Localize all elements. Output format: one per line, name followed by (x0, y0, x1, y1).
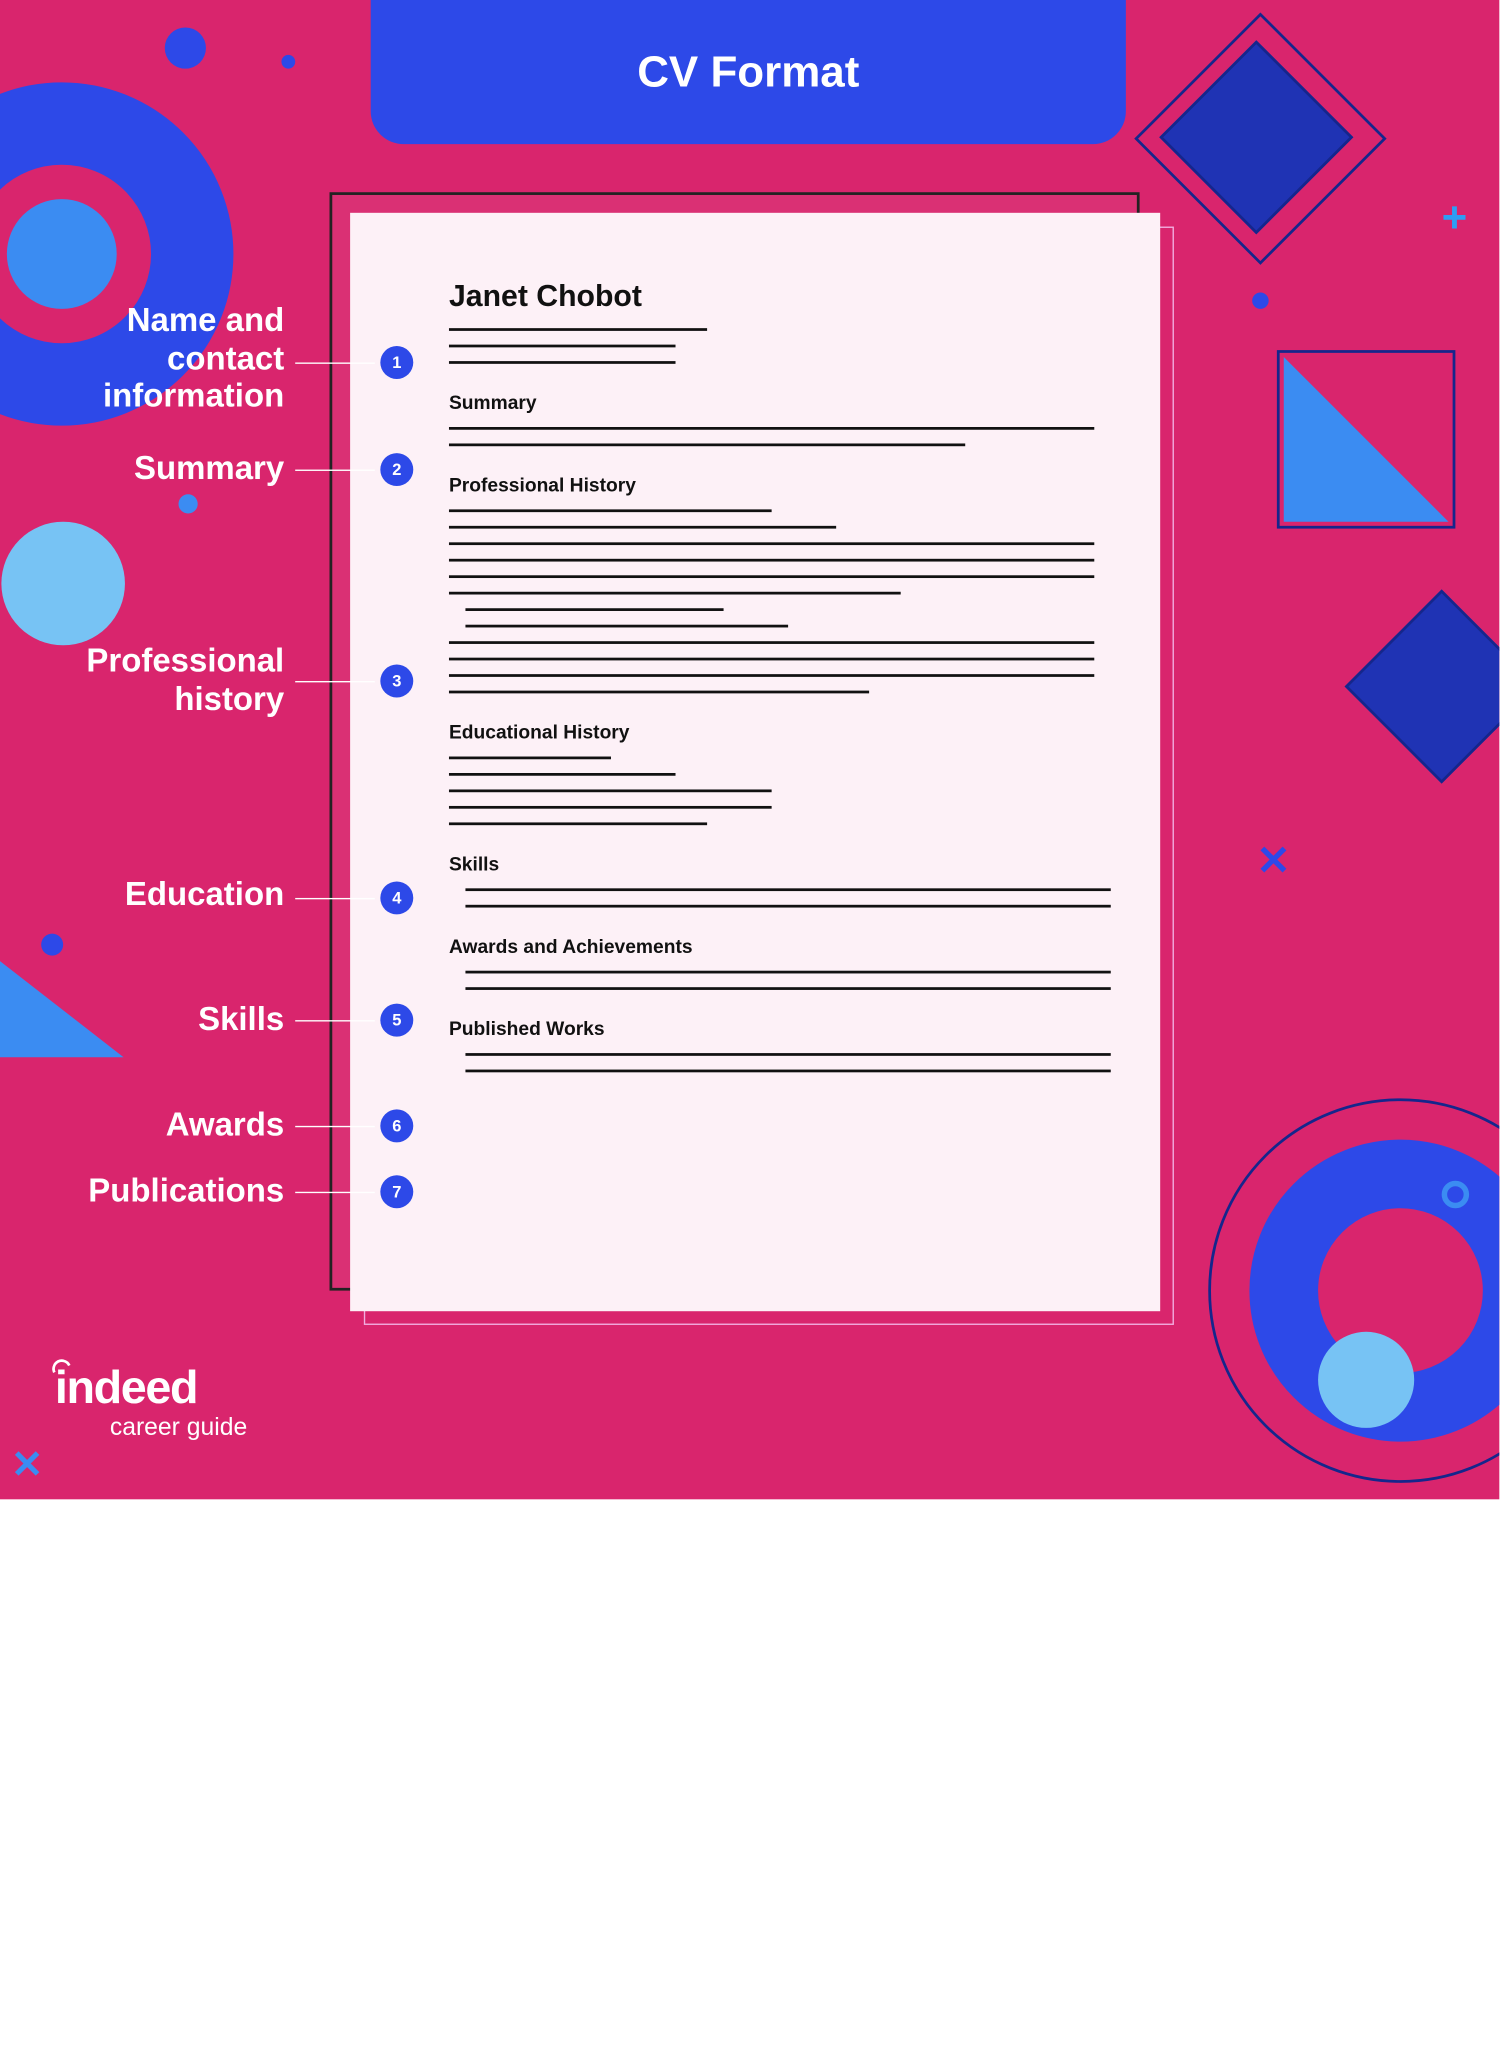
deco-ring-small-icon (1442, 1181, 1469, 1208)
cv-awards-lines (449, 971, 1094, 990)
cv-section-education: Educational History (449, 721, 1094, 743)
deco-x-icon: ✕ (1256, 838, 1291, 886)
cv-name: Janet Chobot (449, 279, 1094, 315)
callout-label-summary: Summary (134, 450, 284, 488)
cv-summary-lines (449, 427, 1094, 446)
cv-section-professional: Professional History (449, 474, 1094, 496)
callout-line-icon (295, 1126, 375, 1127)
callout-line-icon (295, 362, 375, 363)
callout-badge-3: 3 (380, 665, 413, 698)
cv-published-lines (449, 1053, 1094, 1072)
callout-label-publications: Publications (88, 1173, 284, 1211)
callout-badge-5: 5 (380, 1004, 413, 1037)
callout-line-icon (295, 1020, 375, 1021)
callout-badge-7: 7 (380, 1175, 413, 1208)
deco-x-icon: ✕ (11, 1442, 43, 1487)
callout-line-icon (295, 681, 375, 682)
deco-circle-icon (7, 199, 117, 309)
callout-badge-6: 6 (380, 1109, 413, 1142)
callout-line-icon (295, 898, 375, 899)
callout-label-education: Education (125, 876, 284, 914)
infographic-canvas: + ✕ ✕ CV Format Janet Chobot Summary Pro… (0, 0, 1499, 1499)
page-title: CV Format (637, 47, 859, 98)
deco-circle-icon (1, 522, 125, 646)
deco-diamond-icon (1345, 589, 1500, 783)
callout-badge-1: 1 (380, 346, 413, 379)
deco-circle-icon (1318, 1332, 1414, 1428)
deco-triangle-icon (0, 961, 124, 1057)
callout-line-icon (295, 1192, 375, 1193)
callout-label-contact: Name and contact information (103, 302, 284, 416)
deco-circle-icon (165, 27, 206, 68)
cv-section-published: Published Works (449, 1017, 1094, 1039)
deco-diamond-icon (1159, 40, 1353, 234)
indeed-logo: indeed career guide (55, 1362, 247, 1442)
callout-badge-2: 2 (380, 453, 413, 486)
callout-badge-4: 4 (380, 881, 413, 914)
cv-section-skills: Skills (449, 853, 1094, 875)
cv-education-lines (449, 757, 1094, 826)
deco-dot-icon (281, 55, 295, 69)
cv-professional-lines (449, 509, 1094, 693)
cv-section-awards: Awards and Achievements (449, 935, 1094, 957)
callout-label-awards: Awards (166, 1107, 284, 1145)
deco-dot-icon (41, 934, 63, 956)
deco-triangle-icon (1284, 357, 1449, 522)
page-title-tab: CV Format (371, 0, 1126, 144)
cv-document: Janet Chobot Summary Professional Histor… (350, 213, 1160, 1311)
callout-label-professional: Professional history (86, 643, 284, 719)
callout-label-skills: Skills (198, 1001, 284, 1039)
cv-section-summary: Summary (449, 391, 1094, 413)
deco-dot-icon (178, 494, 197, 513)
logo-brand-text: indeed (55, 1362, 197, 1414)
cv-contact-lines (449, 328, 1094, 364)
cv-skills-lines (449, 888, 1094, 907)
callout-line-icon (295, 470, 375, 471)
deco-plus-icon: + (1442, 192, 1468, 243)
logo-subtext: career guide (110, 1413, 247, 1442)
deco-dot-icon (1252, 292, 1268, 308)
